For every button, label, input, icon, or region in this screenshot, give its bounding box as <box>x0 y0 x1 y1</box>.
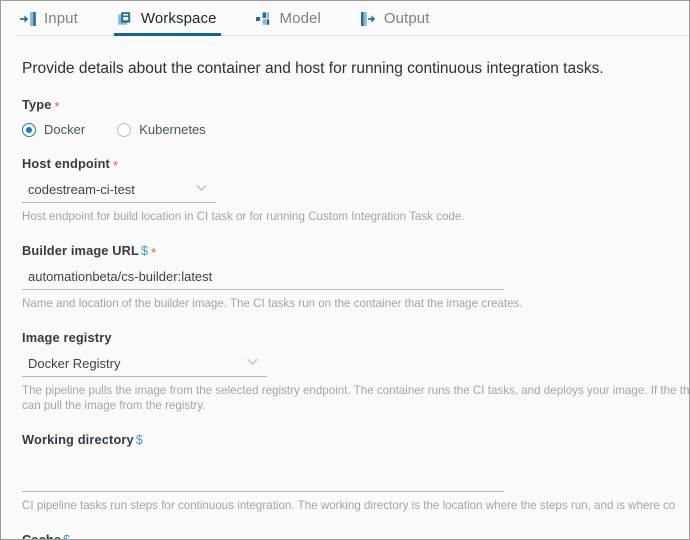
workspace-panel: Input Workspace Model Output Provide det… <box>0 0 690 540</box>
host-endpoint-helper: Host endpoint for build location in CI t… <box>22 210 465 223</box>
builder-image-url-label: Builder image URL $ * <box>22 243 689 260</box>
host-endpoint-label: Host endpoint * <box>22 156 689 173</box>
field-host-endpoint: Host endpoint * codestream-ci-test Host e… <box>22 156 689 224</box>
builder-image-url-helper: Name and location of the builder image. … <box>22 297 523 310</box>
tab-output[interactable]: Output <box>357 1 444 36</box>
builder-image-url-label-text: Builder image URL <box>22 243 140 258</box>
field-working-directory: Working directory $ CI pipeline tasks run… <box>22 432 689 513</box>
tab-input-label: Input <box>44 10 78 27</box>
type-label: Type * <box>22 97 689 114</box>
cache-dollar-icon: $ <box>63 533 71 540</box>
radio-docker[interactable]: Docker <box>22 122 85 137</box>
type-required-marker: * <box>54 99 60 114</box>
cache-label-text: Cache <box>22 532 62 540</box>
tab-output-label: Output <box>383 10 430 27</box>
builder-image-url-dollar-icon: $ <box>141 244 149 258</box>
type-label-text: Type <box>22 97 52 112</box>
host-endpoint-required-marker: * <box>112 158 119 173</box>
tab-input[interactable]: Input <box>17 1 92 36</box>
page-title: Provide details about the container and … <box>22 60 604 77</box>
working-directory-label: Working directory $ <box>22 432 689 448</box>
image-registry-label-text: Image registry <box>22 330 112 345</box>
workspace-icon <box>118 11 131 25</box>
host-endpoint-select[interactable]: codestream-ci-test <box>22 179 216 203</box>
builder-image-url-input[interactable] <box>22 266 504 290</box>
output-icon <box>360 11 376 26</box>
field-type: Type * Docker Kubernetes <box>22 97 689 137</box>
working-directory-label-text: Working directory <box>22 432 134 447</box>
host-endpoint-select-wrap: codestream-ci-test <box>22 179 216 203</box>
radio-kubernetes[interactable]: Kubernetes <box>117 122 206 137</box>
image-registry-select-wrap: Docker Registry <box>22 353 267 377</box>
tab-model-label: Model <box>279 10 321 27</box>
field-cache: Cache $ <box>22 532 689 540</box>
model-icon <box>255 11 269 25</box>
builder-image-url-required-marker: * <box>151 245 157 260</box>
image-registry-helper: The pipeline pulls the image from the se… <box>22 384 690 412</box>
working-directory-dollar-icon: $ <box>135 433 143 447</box>
tab-workspace[interactable]: Workspace <box>113 1 231 36</box>
radio-kubernetes-label: Kubernetes <box>139 122 206 137</box>
image-registry-select[interactable]: Docker Registry <box>22 353 267 377</box>
working-directory-input[interactable] <box>22 468 504 492</box>
cache-label: Cache $ <box>22 532 689 540</box>
tab-model[interactable]: Model <box>253 1 335 36</box>
field-builder-image-url: Builder image URL$* Name and location of… <box>22 243 689 311</box>
input-icon <box>20 11 36 26</box>
radio-docker-label: Docker <box>44 122 86 137</box>
radio-kubernetes-mark <box>117 122 132 137</box>
host-endpoint-label-text: Host endpoint <box>22 156 110 171</box>
workspace-form: Provide details about the container and … <box>1 60 689 540</box>
tab-workspace-label: Workspace <box>140 10 217 27</box>
radio-docker-mark <box>22 122 36 137</box>
type-radio-group: Docker Kubernetes <box>22 122 689 137</box>
tab-bar: Input Workspace Model Output <box>1 1 689 36</box>
image-registry-label: Image registry <box>22 330 689 346</box>
working-directory-helper: CI pipeline tasks run steps for continuo… <box>22 499 676 512</box>
field-image-registry: Image registry Docker Registry The pipel… <box>22 330 689 413</box>
